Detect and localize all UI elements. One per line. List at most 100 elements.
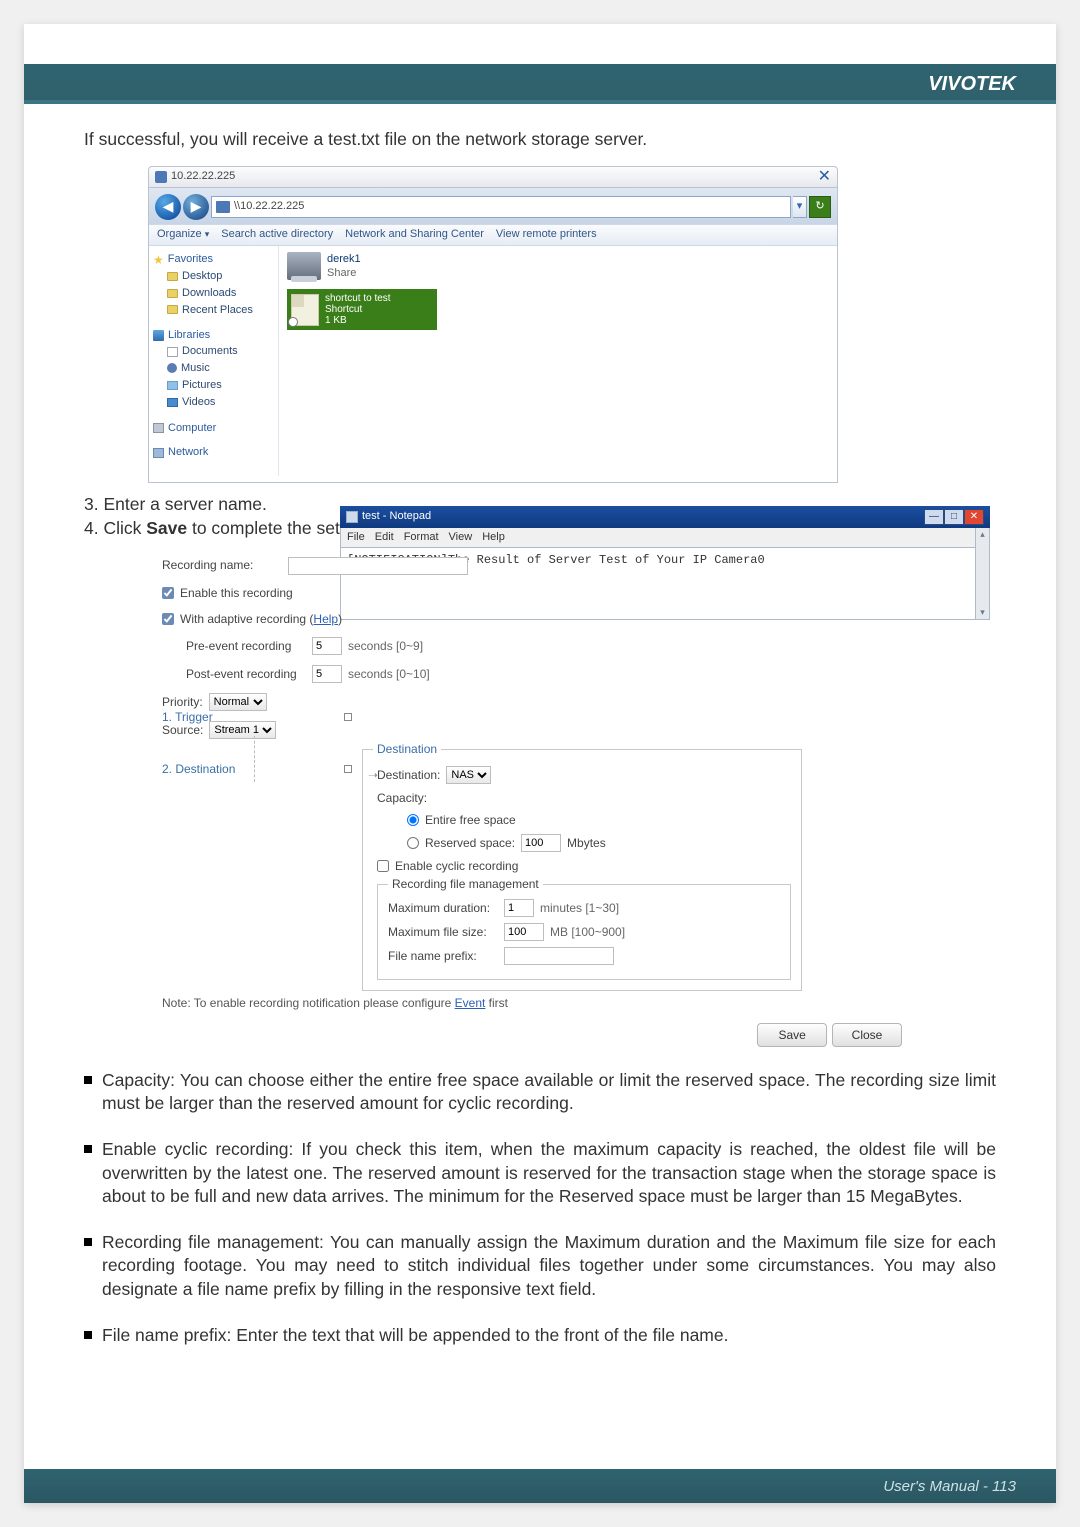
search-active-directory[interactable]: Search active directory — [221, 227, 333, 242]
pre-event-label: Pre-event recording — [186, 638, 306, 654]
nav-music[interactable]: Music — [181, 361, 210, 376]
dot-icon — [344, 713, 352, 721]
nav-videos[interactable]: Videos — [182, 395, 215, 410]
nav-forward-button[interactable]: ▶ — [183, 194, 209, 220]
shortcut-arrow-icon — [288, 317, 298, 327]
scrollbar[interactable]: ▴▾ — [975, 528, 989, 619]
destination-fieldset: Destination Destination: NAS Capacity: E… — [362, 749, 802, 992]
close-button[interactable]: Close — [832, 1023, 902, 1047]
menu-edit[interactable]: Edit — [375, 530, 394, 545]
post-event-hint: seconds [0~10] — [348, 666, 430, 682]
shortcut-name: shortcut to test — [325, 293, 391, 304]
capacity-reserved-label: Reserved space: — [425, 835, 515, 851]
shortcut-icon — [291, 294, 319, 326]
close-icon[interactable]: ✕ — [818, 171, 831, 183]
menu-file[interactable]: File — [347, 530, 365, 545]
share-tile[interactable]: derek1 Share — [287, 252, 829, 282]
explorer-window: 10.22.22.225 ✕ ◀ ▶ \\10.22.22.225 ▾ ↻ Or… — [148, 166, 838, 484]
view-remote-printers[interactable]: View remote printers — [496, 227, 597, 242]
file-mgmt-fieldset: Recording file management Maximum durati… — [377, 884, 791, 980]
wizard-steps: 1. Trigger 2. Destination ➝ — [162, 709, 352, 813]
chevron-down-icon: ▾ — [205, 229, 210, 239]
note-line: Note: To enable recording notification p… — [162, 995, 882, 1011]
organize-toolbar: Organize ▾ Search active directory Netwo… — [149, 224, 837, 246]
max-filesize-hint: MB [100~900] — [550, 924, 625, 940]
max-duration-label: Maximum duration: — [388, 900, 498, 916]
capacity-unit: Mbytes — [567, 835, 606, 851]
menu-format[interactable]: Format — [404, 530, 439, 545]
maximize-button[interactable]: □ — [944, 509, 964, 525]
share-name: derek1 — [327, 252, 361, 267]
close-button[interactable]: ✕ — [964, 509, 984, 525]
nav-documents[interactable]: Documents — [182, 344, 238, 359]
capacity-entire-radio[interactable] — [407, 814, 419, 826]
max-duration-hint: minutes [1~30] — [540, 900, 619, 916]
nav-pictures[interactable]: Pictures — [182, 378, 222, 393]
max-filesize-label: Maximum file size: — [388, 924, 498, 940]
recording-name-label: Recording name: — [162, 557, 282, 573]
filename-prefix-input[interactable] — [504, 947, 614, 965]
network-icon — [153, 448, 164, 458]
nav-pane: ★ Favorites Desktop Downloads Recent Plac… — [149, 246, 279, 477]
destination-label: Destination: — [377, 767, 440, 783]
nav-libraries[interactable]: Libraries — [168, 328, 210, 343]
help-link[interactable]: Help — [313, 612, 338, 626]
destination-select[interactable]: NAS — [446, 766, 491, 784]
music-icon — [167, 363, 177, 373]
post-event-input[interactable] — [312, 665, 342, 683]
content-pane: derek1 Share shortcut to test Shortcut 1… — [279, 246, 837, 477]
menu-help[interactable]: Help — [482, 530, 505, 545]
wizard-trigger[interactable]: 1. Trigger — [162, 709, 213, 725]
organize-menu[interactable]: Organize ▾ — [157, 227, 209, 242]
adaptive-recording-checkbox[interactable] — [162, 613, 174, 625]
capacity-label: Capacity: — [377, 790, 427, 806]
nav-network[interactable]: Network — [168, 445, 208, 460]
pictures-icon — [167, 381, 178, 390]
max-filesize-input[interactable] — [504, 923, 544, 941]
nav-recent[interactable]: Recent Places — [182, 303, 253, 318]
event-link[interactable]: Event — [455, 996, 486, 1010]
shortcut-tile[interactable]: shortcut to test Shortcut 1 KB — [287, 289, 437, 330]
network-icon — [155, 171, 167, 183]
capacity-reserved-input[interactable] — [521, 834, 561, 852]
dot-icon — [344, 765, 352, 773]
folder-icon — [167, 305, 178, 314]
star-icon: ★ — [153, 252, 164, 268]
save-button[interactable]: Save — [757, 1023, 827, 1047]
brand-header: VIVOTEK — [24, 64, 1056, 104]
cyclic-label: Enable cyclic recording — [395, 858, 518, 874]
notepad-menubar: File Edit Format View Help — [340, 528, 990, 548]
nav-computer[interactable]: Computer — [168, 421, 216, 436]
address-text: \\10.22.22.225 — [234, 199, 304, 214]
pre-event-input[interactable] — [312, 637, 342, 655]
share-icon — [287, 252, 321, 280]
cyclic-checkbox[interactable] — [377, 860, 389, 872]
bullet-file-mgmt: Recording file management: You can manua… — [84, 1231, 996, 1302]
nav-downloads[interactable]: Downloads — [182, 286, 236, 301]
bullet-prefix: File name prefix: Enter the text that wi… — [84, 1324, 996, 1348]
libraries-icon — [153, 330, 164, 341]
menu-view[interactable]: View — [449, 530, 473, 545]
refresh-button[interactable]: ↻ — [809, 196, 831, 218]
bullet-cyclic: Enable cyclic recording: If you check th… — [84, 1138, 996, 1209]
capacity-entire-label: Entire free space — [425, 812, 516, 828]
max-duration-input[interactable] — [504, 899, 534, 917]
nav-desktop[interactable]: Desktop — [182, 269, 222, 284]
intro-text: If successful, you will receive a test.t… — [84, 128, 996, 152]
nav-favorites[interactable]: Favorites — [168, 252, 213, 267]
videos-icon — [167, 398, 178, 407]
folder-icon — [167, 272, 178, 281]
address-bar[interactable]: \\10.22.22.225 — [211, 196, 791, 218]
enable-recording-checkbox[interactable] — [162, 587, 174, 599]
recording-name-input[interactable] — [288, 557, 468, 575]
nav-back-button[interactable]: ◀ — [155, 194, 181, 220]
computer-icon — [153, 423, 164, 433]
network-sharing-center[interactable]: Network and Sharing Center — [345, 227, 484, 242]
minimize-button[interactable]: — — [924, 509, 944, 525]
pre-event-hint: seconds [0~9] — [348, 638, 423, 654]
notepad-icon — [346, 511, 358, 523]
address-dropdown-icon[interactable]: ▾ — [793, 196, 807, 218]
wizard-destination[interactable]: 2. Destination — [162, 761, 235, 777]
page-footer: User's Manual - 113 — [24, 1469, 1056, 1503]
capacity-reserved-radio[interactable] — [407, 837, 419, 849]
